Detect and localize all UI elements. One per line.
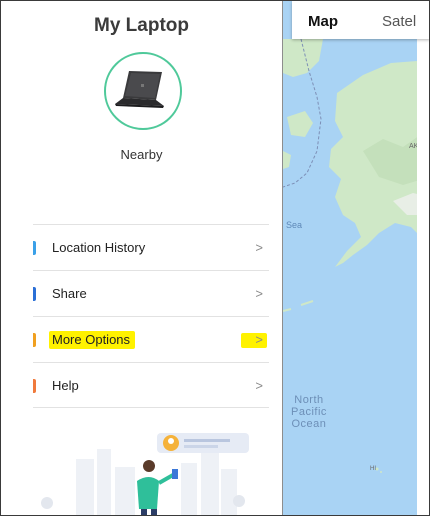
ocean-line: Pacific bbox=[291, 406, 327, 418]
menu-item-location-history[interactable]: Location History > bbox=[33, 224, 269, 270]
chevron-right-icon: > bbox=[255, 378, 263, 393]
tab-map[interactable]: Map bbox=[308, 13, 338, 30]
ocean-line: Ocean bbox=[291, 418, 327, 430]
map-view[interactable]: Sea AK North Pacific Ocean HI Map Satel bbox=[282, 1, 430, 515]
map-label-hi: HI bbox=[370, 466, 376, 472]
device-title: My Laptop bbox=[94, 15, 189, 36]
chevron-right-icon: > bbox=[255, 286, 263, 301]
menu-item-help[interactable]: Help > bbox=[33, 362, 269, 408]
menu-item-label: More Options bbox=[52, 332, 131, 347]
menu-item-more-options[interactable]: More Options > bbox=[33, 316, 269, 362]
map-scrollbar[interactable] bbox=[417, 39, 429, 515]
device-panel: My Laptop Nearby Location History > Shar bbox=[1, 1, 282, 515]
map-label-ocean: North Pacific Ocean bbox=[291, 394, 327, 430]
menu-item-accent bbox=[33, 287, 36, 301]
menu-item-accent bbox=[33, 333, 36, 347]
device-avatar bbox=[104, 52, 182, 130]
menu-item-share[interactable]: Share > bbox=[33, 270, 269, 316]
ocean-line: North bbox=[294, 394, 324, 406]
map-label-sea: Sea bbox=[286, 220, 303, 230]
menu-item-label: Share bbox=[52, 286, 87, 301]
laptop-icon bbox=[115, 71, 164, 108]
person-illustration bbox=[41, 433, 249, 515]
tab-satellite[interactable]: Satel bbox=[382, 13, 416, 30]
chevron-right-icon: > bbox=[255, 240, 263, 255]
chevron-right-icon: > bbox=[255, 332, 263, 347]
map-type-tabs: Map Satel bbox=[292, 1, 429, 39]
menu-item-label: Help bbox=[52, 378, 79, 393]
map-canvas[interactable] bbox=[283, 1, 430, 515]
menu-item-accent bbox=[33, 379, 36, 393]
device-menu: Location History > Share > More Options … bbox=[33, 224, 269, 408]
app-window: My Laptop Nearby Location History > Shar bbox=[0, 0, 430, 516]
menu-item-accent bbox=[33, 241, 36, 255]
device-status: Nearby bbox=[120, 147, 163, 162]
menu-item-label: Location History bbox=[52, 240, 146, 255]
